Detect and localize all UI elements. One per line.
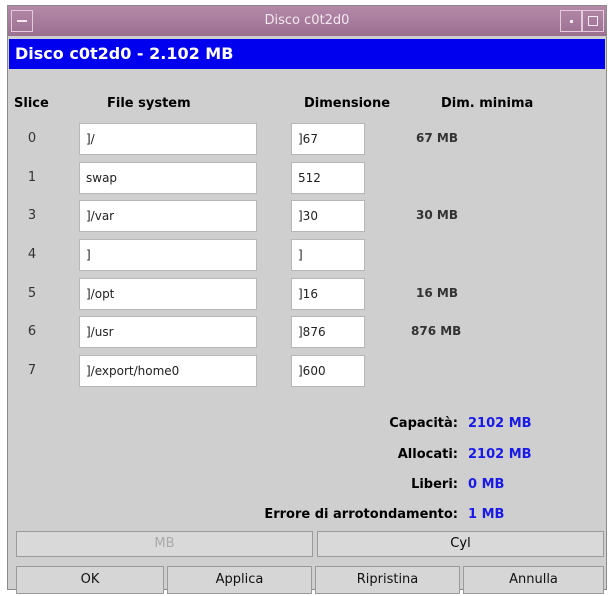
window-title: Disco c0t2d0 — [264, 13, 350, 28]
min-size-value: 16 MB — [416, 286, 458, 300]
cancel-button[interactable]: Annulla — [463, 566, 604, 594]
reset-button[interactable]: Ripristina — [315, 566, 460, 594]
rounding-error-label: Errore di arrotondamento: — [264, 507, 458, 522]
free-label: Liberi: — [411, 477, 458, 492]
allocated-label: Allocati: — [397, 447, 458, 462]
size-input[interactable]: ]67 — [291, 123, 365, 155]
size-input[interactable]: ]30 — [291, 200, 365, 232]
slice-number: 1 — [27, 170, 37, 185]
file-system-input[interactable]: swap — [79, 162, 257, 194]
file-system-input[interactable]: ]/var — [79, 200, 257, 232]
disk-header: Disco c0t2d0 - 2.102 MB — [9, 39, 605, 69]
size-input[interactable]: ]16 — [291, 278, 365, 310]
dot-icon — [569, 19, 573, 23]
unit-mb-button[interactable]: MB — [16, 531, 313, 557]
slice-number: 3 — [27, 208, 37, 223]
unit-cyl-button[interactable]: Cyl — [317, 531, 604, 557]
file-system-input[interactable]: ]/ — [79, 123, 257, 155]
title-bar[interactable]: Disco c0t2d0 — [8, 6, 606, 36]
size-input[interactable]: 512 — [291, 162, 365, 194]
min-size-value: 30 MB — [416, 208, 458, 222]
maximize-button[interactable] — [582, 10, 604, 32]
size-input[interactable]: ] — [291, 239, 365, 271]
slice-number: 5 — [27, 286, 37, 301]
slice-number: 7 — [27, 363, 37, 378]
rounding-error-value: 1 MB — [468, 507, 505, 522]
free-value: 0 MB — [468, 477, 505, 492]
capacity-value: 2102 MB — [468, 416, 532, 431]
square-icon — [588, 16, 598, 26]
size-input[interactable]: ]876 — [291, 316, 365, 348]
size-input[interactable]: ]600 — [291, 355, 365, 387]
apply-button[interactable]: Applica — [167, 566, 312, 594]
min-size-value: 67 MB — [416, 131, 458, 145]
column-header-file-system: File system — [107, 96, 191, 111]
allocated-value: 2102 MB — [468, 447, 532, 462]
file-system-input[interactable]: ]/opt — [79, 278, 257, 310]
disk-dialog-window: Disco c0t2d0 Disco c0t2d0 - 2.102 MB Sli… — [7, 5, 607, 594]
file-system-input[interactable]: ]/usr — [79, 316, 257, 348]
ok-button[interactable]: OK — [16, 566, 164, 594]
min-size-value: 876 MB — [411, 324, 462, 338]
minimize-button[interactable] — [560, 10, 582, 32]
file-system-input[interactable]: ] — [79, 239, 257, 271]
column-header-size: Dimensione — [304, 96, 391, 111]
column-header-slice: Slice — [14, 96, 49, 111]
slice-number: 0 — [27, 131, 37, 146]
capacity-label: Capacità: — [389, 416, 458, 431]
slice-number: 6 — [27, 324, 37, 339]
file-system-input[interactable]: ]/export/home0 — [79, 355, 257, 387]
slice-number: 4 — [27, 247, 37, 262]
column-header-min-size: Dim. minima — [441, 96, 534, 111]
